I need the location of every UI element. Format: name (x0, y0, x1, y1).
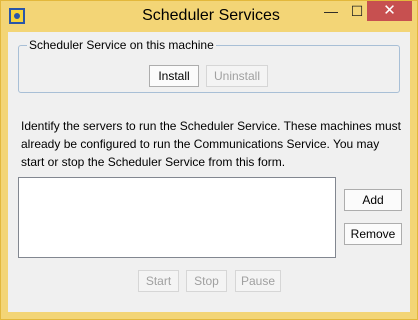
pause-button[interactable]: Pause (235, 270, 281, 292)
close-button[interactable]: ✕ (367, 1, 412, 21)
install-button[interactable]: Install (149, 65, 199, 87)
groupbox-legend: Scheduler Service on this machine (27, 38, 216, 52)
stop-button[interactable]: Stop (186, 270, 227, 292)
scheduler-services-window: Scheduler Services — ☐ ✕ Scheduler Servi… (0, 0, 418, 320)
window-title: Scheduler Services (142, 7, 280, 24)
remove-button[interactable]: Remove (344, 223, 402, 245)
minimize-button[interactable]: — (318, 1, 344, 21)
start-button[interactable]: Start (138, 270, 179, 292)
client-area: Scheduler Service on this machine Instal… (8, 32, 410, 312)
scheduler-app-icon (9, 8, 25, 24)
uninstall-button[interactable]: Uninstall (206, 65, 268, 87)
title-bar[interactable]: Scheduler Services — ☐ ✕ (1, 1, 417, 32)
add-button[interactable]: Add (344, 189, 402, 211)
server-list[interactable] (18, 177, 336, 258)
description-text: Identify the servers to run the Schedule… (21, 119, 401, 169)
